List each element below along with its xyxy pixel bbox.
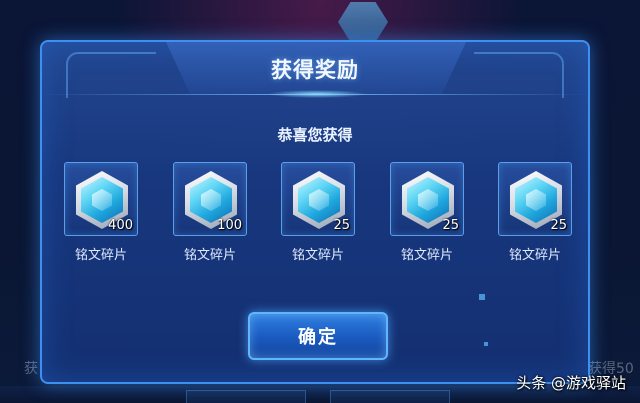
sparkle-decor <box>479 294 485 300</box>
reward-quantity: 25 <box>442 218 459 233</box>
reward-name: 铭文碎片 <box>183 248 236 263</box>
reward-item[interactable]: 25 铭文碎片 <box>281 162 355 263</box>
reward-dialog: 获得奖励 恭喜您获得 400 铭文碎片 100 铭文碎片 25 铭文碎片 25 … <box>40 40 590 384</box>
reward-name: 铭文碎片 <box>508 248 561 263</box>
reward-item[interactable]: 100 铭文碎片 <box>173 162 247 263</box>
background-bottom-slot <box>330 390 450 403</box>
reward-slot: 25 <box>498 162 572 236</box>
reward-slot: 25 <box>281 162 355 236</box>
reward-slot: 25 <box>390 162 464 236</box>
dialog-title: 获得奖励 <box>271 58 359 82</box>
reward-item[interactable]: 25 铭文碎片 <box>498 162 572 263</box>
reward-quantity: 100 <box>217 218 242 233</box>
reward-quantity: 25 <box>550 218 567 233</box>
reward-name: 铭文碎片 <box>291 248 344 263</box>
reward-quantity: 400 <box>108 218 133 233</box>
background-bottom-slot <box>186 390 306 403</box>
reward-quantity: 25 <box>333 218 350 233</box>
dialog-header-glow <box>267 90 367 98</box>
reward-item[interactable]: 400 铭文碎片 <box>64 162 138 263</box>
reward-slot: 400 <box>64 162 138 236</box>
dialog-subtitle: 恭喜您获得 <box>277 126 353 144</box>
confirm-button[interactable]: 确定 <box>248 312 388 360</box>
reward-name: 铭文碎片 <box>400 248 453 263</box>
reward-item[interactable]: 25 铭文碎片 <box>390 162 464 263</box>
sparkle-decor <box>484 342 488 346</box>
reward-name: 铭文碎片 <box>74 248 127 263</box>
watermark: 头条 @游戏驿站 <box>516 374 626 392</box>
background-left-text: 获 <box>24 361 38 377</box>
reward-slot: 100 <box>173 162 247 236</box>
reward-list: 400 铭文碎片 100 铭文碎片 25 铭文碎片 25 铭文碎片 25 铭文碎… <box>64 162 574 272</box>
